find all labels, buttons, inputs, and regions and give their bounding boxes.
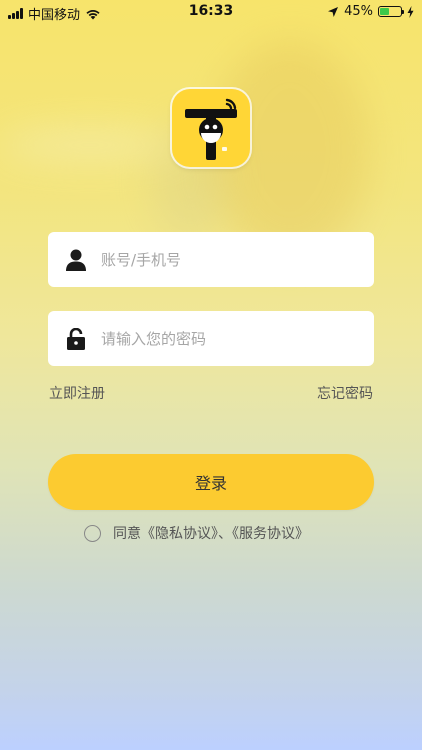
agree-radio-button[interactable]	[84, 524, 101, 542]
login-button[interactable]: 登录	[48, 454, 374, 510]
forgot-password-link[interactable]: 忘记密码	[317, 383, 373, 403]
background-photo-horizon	[0, 130, 180, 160]
status-bar: 中国移动 16:33 45%	[0, 0, 422, 24]
app-logo-robot-icon	[185, 98, 237, 160]
agreement-text: 同意《隐私协议》、《服务协议》	[113, 523, 309, 543]
battery-percent: 45%	[344, 4, 373, 19]
user-icon	[65, 248, 87, 272]
battery-level-fill	[380, 8, 389, 15]
agreement-row: 同意《隐私协议》、《服务协议》	[84, 523, 309, 543]
password-field[interactable]	[48, 311, 374, 366]
register-link[interactable]: 立即注册	[49, 383, 105, 403]
status-bar-right: 45%	[327, 4, 414, 19]
battery-icon	[378, 6, 404, 17]
location-arrow-icon	[328, 6, 339, 17]
service-agreement-link[interactable]: 《服务协议》	[232, 526, 309, 542]
app-logo	[172, 89, 250, 167]
charging-bolt-icon	[407, 5, 414, 18]
password-input[interactable]	[101, 329, 351, 348]
username-input[interactable]	[101, 250, 351, 269]
username-field[interactable]	[48, 232, 374, 287]
lock-icon	[65, 327, 87, 351]
privacy-policy-link[interactable]: 《隐私协议》	[141, 526, 218, 542]
agree-prefix: 同意	[113, 526, 141, 542]
agreement-separator: 、	[218, 526, 232, 542]
